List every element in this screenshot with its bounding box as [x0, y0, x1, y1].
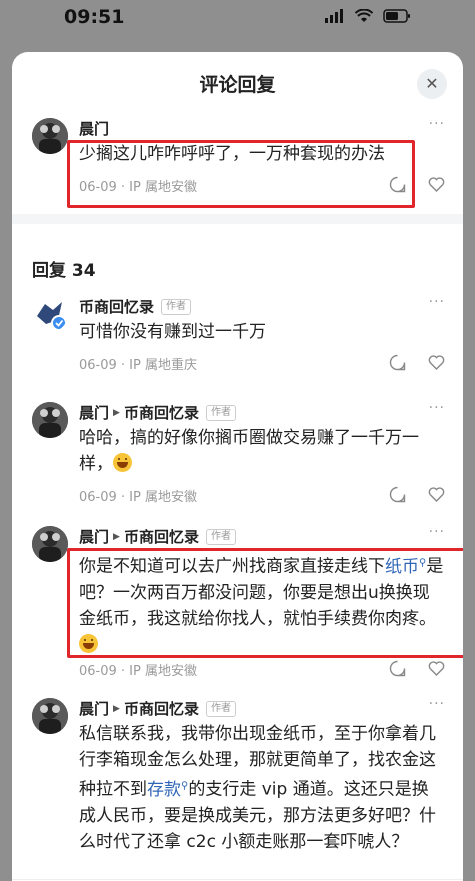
sheet-title: 评论回复: [199, 74, 276, 96]
highlight-box: [67, 548, 463, 658]
like-icon[interactable]: [428, 660, 445, 677]
reply-icon[interactable]: [389, 660, 406, 677]
more-icon[interactable]: ···: [429, 696, 445, 712]
author-tag: 作者: [205, 404, 236, 421]
status-time: 09:51: [64, 6, 125, 28]
author-name[interactable]: 币商回忆录: [79, 296, 154, 317]
author-tag: 作者: [161, 298, 192, 315]
comment-author[interactable]: 晨门: [79, 118, 109, 139]
sheet-header: 评论回复 ✕: [12, 52, 463, 114]
avatar[interactable]: [32, 118, 68, 154]
author-name[interactable]: 晨门: [79, 526, 109, 547]
comment-author[interactable]: 晨门 ▶ 币商回忆录 作者: [79, 526, 236, 547]
comment-text: 可惜你没有赚到过一千万: [79, 322, 266, 342]
author-name[interactable]: 晨门: [79, 698, 109, 719]
grin-emoji-icon: [113, 453, 132, 472]
keyword-link[interactable]: 存款⚲: [147, 780, 188, 800]
status-icons: [325, 9, 411, 23]
more-icon[interactable]: ···: [429, 400, 445, 416]
reply-arrow-icon: ▶: [113, 407, 120, 418]
status-bar: 09:51: [0, 0, 475, 48]
reply-arrow-icon: ▶: [113, 703, 120, 714]
avatar[interactable]: [32, 296, 68, 332]
author-name[interactable]: 晨门: [79, 402, 109, 423]
comment-author[interactable]: 晨门 ▶ 币商回忆录 作者: [79, 698, 236, 719]
bottom-divider: [12, 879, 463, 880]
reply-icon[interactable]: [389, 486, 406, 503]
comment-text: 哈哈，搞的好像你搁币圈做交易赚了一千万一样，: [79, 425, 445, 477]
reply-arrow-icon: ▶: [113, 531, 120, 542]
section-divider: [12, 214, 463, 224]
keyword-link-text[interactable]: 存款: [147, 780, 181, 800]
wifi-icon: [355, 9, 373, 22]
more-icon[interactable]: ···: [429, 524, 445, 540]
battery-icon: [383, 9, 410, 23]
reply-to-name[interactable]: 币商回忆录: [124, 526, 199, 547]
comment-meta: 06-09 · IP 属地重庆: [79, 358, 197, 373]
comment-meta: 06-09 · IP 属地安徽: [79, 664, 197, 679]
like-icon[interactable]: [428, 176, 445, 193]
comment-author[interactable]: 币商回忆录 作者: [79, 296, 192, 317]
more-icon[interactable]: ···: [429, 294, 445, 310]
close-icon: ✕: [425, 74, 439, 93]
like-icon[interactable]: [428, 486, 445, 503]
author-name[interactable]: 晨门: [79, 118, 109, 139]
reply-to-name[interactable]: 币商回忆录: [124, 698, 199, 719]
close-button[interactable]: ✕: [417, 69, 447, 99]
highlight-box: [67, 140, 415, 208]
more-icon[interactable]: ···: [429, 116, 445, 132]
comment-meta: 06-09 · IP 属地安徽: [79, 490, 197, 505]
replies-header: 回复 34: [32, 261, 96, 281]
avatar[interactable]: [32, 526, 68, 562]
author-tag: 作者: [205, 528, 236, 545]
signal-icon: [325, 9, 343, 23]
comment-author[interactable]: 晨门 ▶ 币商回忆录 作者: [79, 402, 236, 423]
comment-text: 私信联系我，我带你出现金纸币，至于你拿着几行李箱现金怎么处理，那就更简单了，找农…: [79, 721, 445, 855]
avatar[interactable]: [32, 698, 68, 734]
author-tag: 作者: [205, 700, 236, 717]
comment-reply-sheet: 评论回复 ✕ 晨门 ··· 少搁这儿咋咋呼呼了，一万种套现的办法 06-09 ·…: [12, 52, 463, 881]
avatar[interactable]: [32, 402, 68, 438]
reply-to-name[interactable]: 币商回忆录: [124, 402, 199, 423]
reply-icon[interactable]: [389, 354, 406, 371]
like-icon[interactable]: [428, 354, 445, 371]
